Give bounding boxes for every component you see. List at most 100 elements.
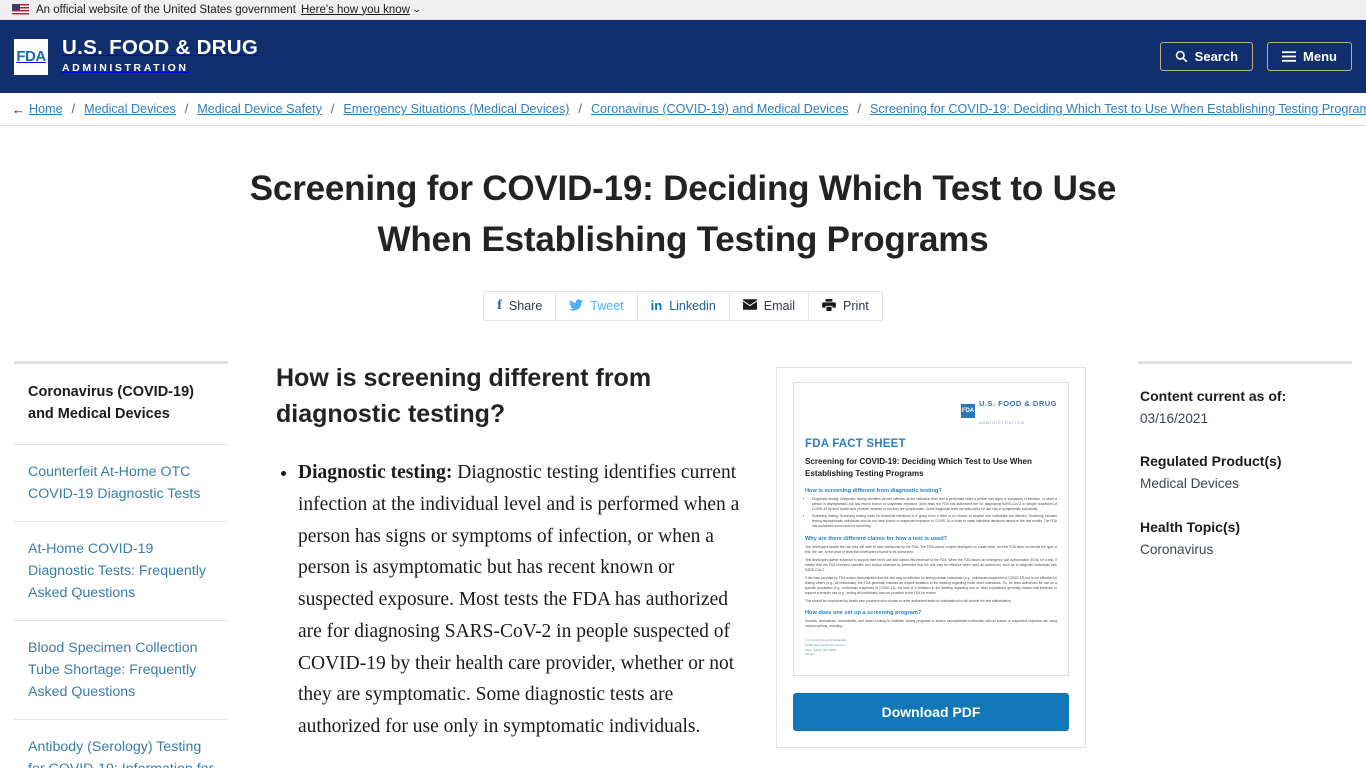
share-facebook-label: Share xyxy=(508,298,543,313)
thumbnail-brand-line-2: ADMINISTRATION xyxy=(978,421,1025,425)
menu-button[interactable]: Menu xyxy=(1267,42,1352,71)
brand-line-2: ADMINISTRATION xyxy=(62,62,189,74)
share-print-label: Print xyxy=(843,298,869,313)
thumbnail-brand-line-1: U.S. FOOD & DRUG xyxy=(978,399,1057,408)
breadcrumb-separator: / xyxy=(857,102,862,116)
thumbnail-footer: U.S. Food & Drug Administration 10903 Ne… xyxy=(805,638,1057,657)
thumbnail-kicker: FDA FACT SHEET xyxy=(805,438,906,450)
sidebar-item-at-home-tests-faq[interactable]: At-Home COVID-19 Diagnostic Tests: Frequ… xyxy=(14,520,228,620)
bullet-body-text: Diagnostic testing identifies current in… xyxy=(298,462,740,738)
breadcrumb: ← Home / Medical Devices / Medical Devic… xyxy=(0,93,1366,126)
paragraph: This should be considered by health care… xyxy=(805,598,1012,603)
breadcrumb-separator: / xyxy=(71,102,76,116)
sidebar-item-blood-tube-shortage[interactable]: Blood Specimen Collection Tube Shortage:… xyxy=(14,619,228,719)
list-item: Screening testing: Screening testing loo… xyxy=(812,514,1057,529)
meta-label: Content current as of: xyxy=(1140,388,1287,404)
sidebar-item-label[interactable]: Antibody (Serology) Testing for COVID-19… xyxy=(28,736,214,768)
thumbnail-section-2-heading: Why are there different claims for how a… xyxy=(805,536,948,543)
download-pdf-button[interactable]: Download PDF xyxy=(793,693,1069,731)
meta-value: Medical Devices xyxy=(1140,476,1239,492)
main-bullet-list: Diagnostic testing: Diagnostic testing i… xyxy=(276,457,746,743)
breadcrumb-item-coronavirus-medical-devices[interactable]: Coronavirus (COVID-19) and Medical Devic… xyxy=(591,102,849,116)
footer-line: fda.gov xyxy=(805,652,815,657)
email-icon xyxy=(742,299,757,313)
fda-logo-mark-text: FDA xyxy=(16,48,46,65)
share-twitter-button[interactable]: Tweet xyxy=(556,291,638,320)
chevron-down-icon: ⌄ xyxy=(411,4,422,14)
breadcrumb-separator: / xyxy=(578,102,582,116)
paragraph: Test developers decide the use they will… xyxy=(805,545,1057,555)
print-icon xyxy=(822,298,836,314)
search-icon xyxy=(1175,50,1188,63)
content-grid: Coronavirus (COVID-19) and Medical Devic… xyxy=(0,361,1366,768)
hamburger-icon xyxy=(1282,51,1297,62)
breadcrumb-separator: / xyxy=(330,102,335,116)
meta-regulated-products: Regulated Product(s) Medical Devices xyxy=(1138,451,1352,494)
sidebar-item-label[interactable]: Blood Specimen Collection Tube Shortage:… xyxy=(28,637,214,703)
paragraph: Test developers gather evidence to suppo… xyxy=(805,557,1057,572)
paragraph: If the data provided by FDA review demon… xyxy=(805,575,1057,595)
breadcrumb-item-medical-devices[interactable]: Medical Devices xyxy=(84,102,176,116)
twitter-icon xyxy=(569,298,584,314)
fda-logo-link[interactable]: FDA U.S. FOOD & DRUG ADMINISTRATION xyxy=(14,37,258,76)
share-twitter-label: Tweet xyxy=(590,298,624,313)
meta-value: 03/16/2021 xyxy=(1140,411,1209,426)
thumbnail-section-3-heading: How does one set up a screening program? xyxy=(805,610,922,617)
title-section: Screening for COVID-19: Deciding Which T… xyxy=(0,126,1366,321)
brand-line-1: U.S. FOOD & DRUG xyxy=(62,36,259,60)
gov-banner-text: An official website of the United States… xyxy=(36,3,296,16)
sidebar-item-label[interactable]: At-Home COVID-19 Diagnostic Tests: Frequ… xyxy=(28,538,214,604)
sidebar-item-label[interactable]: Counterfeit At-Home OTC COVID-19 Diagnos… xyxy=(28,461,214,505)
meta-label: Regulated Product(s) xyxy=(1140,453,1282,470)
bullet-lead-label: Diagnostic testing: xyxy=(298,462,453,483)
site-header: FDA U.S. FOOD & DRUG ADMINISTRATION Sear… xyxy=(0,20,1366,93)
main-content: How is screening different from diagnost… xyxy=(242,361,1124,748)
share-linkedin-button[interactable]: in Linkedin xyxy=(637,291,730,320)
share-email-button[interactable]: Email xyxy=(729,291,810,320)
us-flag-icon xyxy=(12,4,29,15)
meta-sidebar: Content current as of: 03/16/2021 Regula… xyxy=(1124,361,1352,582)
meta-health-topics: Health Topic(s) Coronavirus xyxy=(1138,517,1352,560)
sidebar-top-rule xyxy=(14,361,228,364)
page-title: Screening for COVID-19: Deciding Which T… xyxy=(249,169,1117,259)
breadcrumb-item-medical-device-safety[interactable]: Medical Device Safety xyxy=(197,102,322,116)
facebook-icon: f xyxy=(497,297,502,313)
sidebar-title: Coronavirus (COVID-19) and Medical Devic… xyxy=(28,384,194,422)
breadcrumb-separator: / xyxy=(184,102,189,116)
meta-content-current: Content current as of: 03/16/2021 xyxy=(1138,386,1352,429)
menu-button-label: Menu xyxy=(1303,49,1337,64)
header-actions: Search Menu xyxy=(1159,42,1352,71)
share-linkedin-label: Linkedin xyxy=(669,298,716,313)
sidebar-nav: Coronavirus (COVID-19) and Medical Devic… xyxy=(14,361,242,768)
pdf-thumbnail[interactable]: FDA U.S. FOOD & DRUG ADMINISTRATION FDA … xyxy=(793,382,1069,676)
fda-logo-icon: FDA xyxy=(14,38,48,75)
list-item: Diagnostic testing: Diagnostic testing i… xyxy=(298,457,746,743)
fda-logo-icon: FDA xyxy=(960,404,975,418)
linkedin-icon: in xyxy=(650,298,663,314)
share-facebook-button[interactable]: f Share xyxy=(484,291,557,320)
sidebar-item-counterfeit-tests[interactable]: Counterfeit At-Home OTC COVID-19 Diagnos… xyxy=(14,443,228,521)
paragraph: Schools, workplaces, communities, and ot… xyxy=(805,619,1057,629)
heres-how-you-know-label: Here's how you know xyxy=(300,3,410,16)
gov-banner: An official website of the United States… xyxy=(0,0,1366,20)
list-item: Diagnostic testing: Diagnostic testing i… xyxy=(812,497,1057,512)
share-print-button[interactable]: Print xyxy=(809,291,882,320)
thumbnail-title: Screening for COVID-19: Deciding Which T… xyxy=(805,457,1032,478)
thumbnail-section-1-heading: How is screening different from diagnost… xyxy=(805,488,942,495)
breadcrumb-item-emergency-situations[interactable]: Emergency Situations (Medical Devices) xyxy=(343,102,569,116)
search-button[interactable]: Search xyxy=(1159,42,1254,71)
thumbnail-logo: FDA U.S. FOOD & DRUG ADMINISTRATION xyxy=(805,393,1057,429)
meta-top-rule xyxy=(1138,361,1352,364)
pdf-panel: FDA U.S. FOOD & DRUG ADMINISTRATION FDA … xyxy=(776,367,1086,748)
thumbnail-section-1-bullets: Diagnostic testing: Diagnostic testing i… xyxy=(805,497,1057,529)
thumbnail-section-2-body: Test developers decide the use they will… xyxy=(805,545,1057,603)
heres-how-you-know-link[interactable]: Here's how you know xyxy=(301,4,410,16)
breadcrumb-item-home[interactable]: Home xyxy=(29,102,63,116)
meta-value: Coronavirus xyxy=(1140,541,1214,557)
back-arrow-icon: ← xyxy=(12,101,25,117)
breadcrumb-item-current-page[interactable]: Screening for COVID-19: Deciding Which T… xyxy=(870,102,1366,116)
search-button-label: Search xyxy=(1194,49,1239,64)
sidebar-item-antibody-serology-testing[interactable]: Antibody (Serology) Testing for COVID-19… xyxy=(14,718,228,768)
main-text-column: How is screening different from diagnost… xyxy=(276,361,776,743)
share-email-label: Email xyxy=(763,298,796,313)
